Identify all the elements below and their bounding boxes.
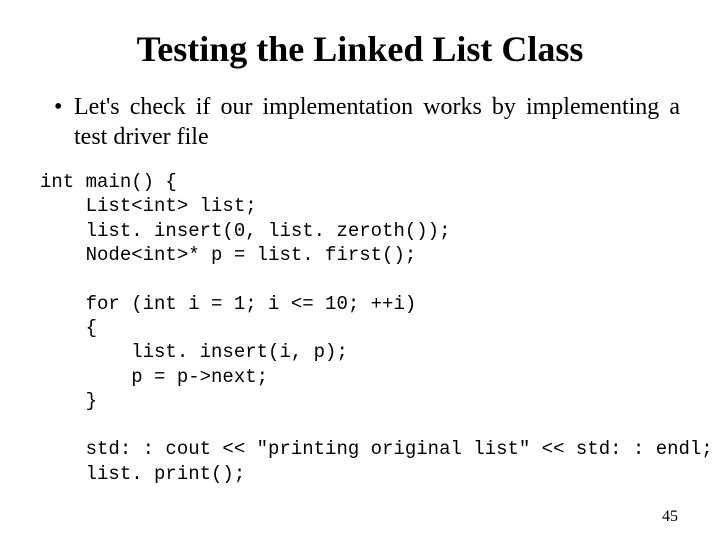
bullet-item: • Let's check if our implementation work… <box>54 92 680 152</box>
code-block: int main() { List<int> list; list. inser… <box>40 170 680 486</box>
page-number: 45 <box>662 508 678 526</box>
slide: Testing the Linked List Class • Let's ch… <box>0 0 720 540</box>
bullet-text: Let's check if our implementation works … <box>74 92 680 152</box>
bullet-block: • Let's check if our implementation work… <box>54 92 680 152</box>
bullet-dot-icon: • <box>54 92 74 122</box>
slide-title: Testing the Linked List Class <box>40 28 680 70</box>
